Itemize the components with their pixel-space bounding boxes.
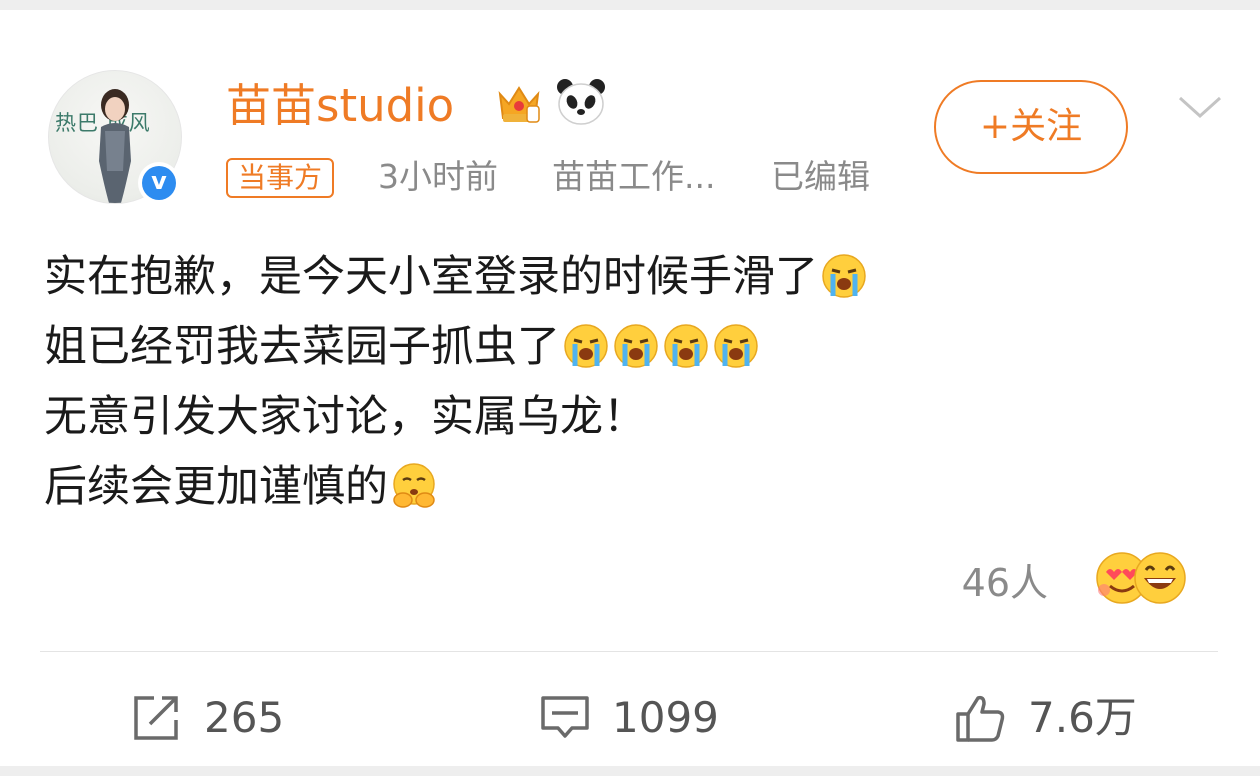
content-line: 后续会更加谨慎的 xyxy=(44,452,868,522)
content-line-text: 无意引发大家讨论，实属乌龙！ xyxy=(44,392,646,442)
reaction-summary[interactable]: 46人 xyxy=(956,550,1216,616)
shy-emoji-icon xyxy=(390,462,438,510)
repost-icon xyxy=(134,696,178,740)
reaction-count: 46人 xyxy=(961,561,1048,605)
laughing-emoji-icon xyxy=(1134,552,1186,604)
thumbs-up-icon xyxy=(956,695,1005,742)
post-content: 实在抱歉，是今天小室登录的时候手滑了 姐已经罚我去菜园子抓虫了 无意引发大家讨论… xyxy=(44,242,868,522)
verified-icon xyxy=(138,162,180,204)
panda-badge-icon[interactable] xyxy=(554,76,608,128)
crying-emoji-icon xyxy=(612,322,660,370)
chevron-down-icon[interactable] xyxy=(1176,92,1224,122)
divider xyxy=(40,651,1218,652)
content-line-text: 姐已经罚我去菜园子抓虫了 xyxy=(44,322,560,372)
post-time: 3小时前 xyxy=(378,157,498,196)
content-line: 无意引发大家讨论，实属乌龙！ xyxy=(44,382,868,452)
post-source[interactable]: 苗苗工作... xyxy=(552,154,715,200)
repost-count: 265 xyxy=(204,693,285,742)
weibo-post-card: 热巴 成风 苗苗studio 当事方 3小时前 苗苗工作... 已编辑 +关注 xyxy=(0,10,1260,766)
content-line: 实在抱歉，是今天小室登录的时候手滑了 xyxy=(44,242,868,312)
content-line: 姐已经罚我去菜园子抓虫了 xyxy=(44,312,868,382)
follow-button[interactable]: +关注 xyxy=(934,80,1128,174)
crying-emoji-icon xyxy=(820,252,868,300)
author-name[interactable]: 苗苗studio xyxy=(226,76,454,136)
party-tag: 当事方 xyxy=(226,158,335,198)
crying-emoji-icon xyxy=(712,322,760,370)
crying-emoji-icon xyxy=(662,322,710,370)
like-count: 7.6万 xyxy=(1028,693,1137,742)
comment-count: 1099 xyxy=(612,693,719,742)
edited-label[interactable]: 已编辑 xyxy=(771,154,870,200)
content-line-text: 后续会更加谨慎的 xyxy=(44,462,388,512)
comment-icon xyxy=(541,696,589,738)
content-line-text: 实在抱歉，是今天小室登录的时候手滑了 xyxy=(44,252,818,302)
crying-emoji-icon xyxy=(562,322,610,370)
vip-crown-badge-icon[interactable] xyxy=(494,78,544,128)
